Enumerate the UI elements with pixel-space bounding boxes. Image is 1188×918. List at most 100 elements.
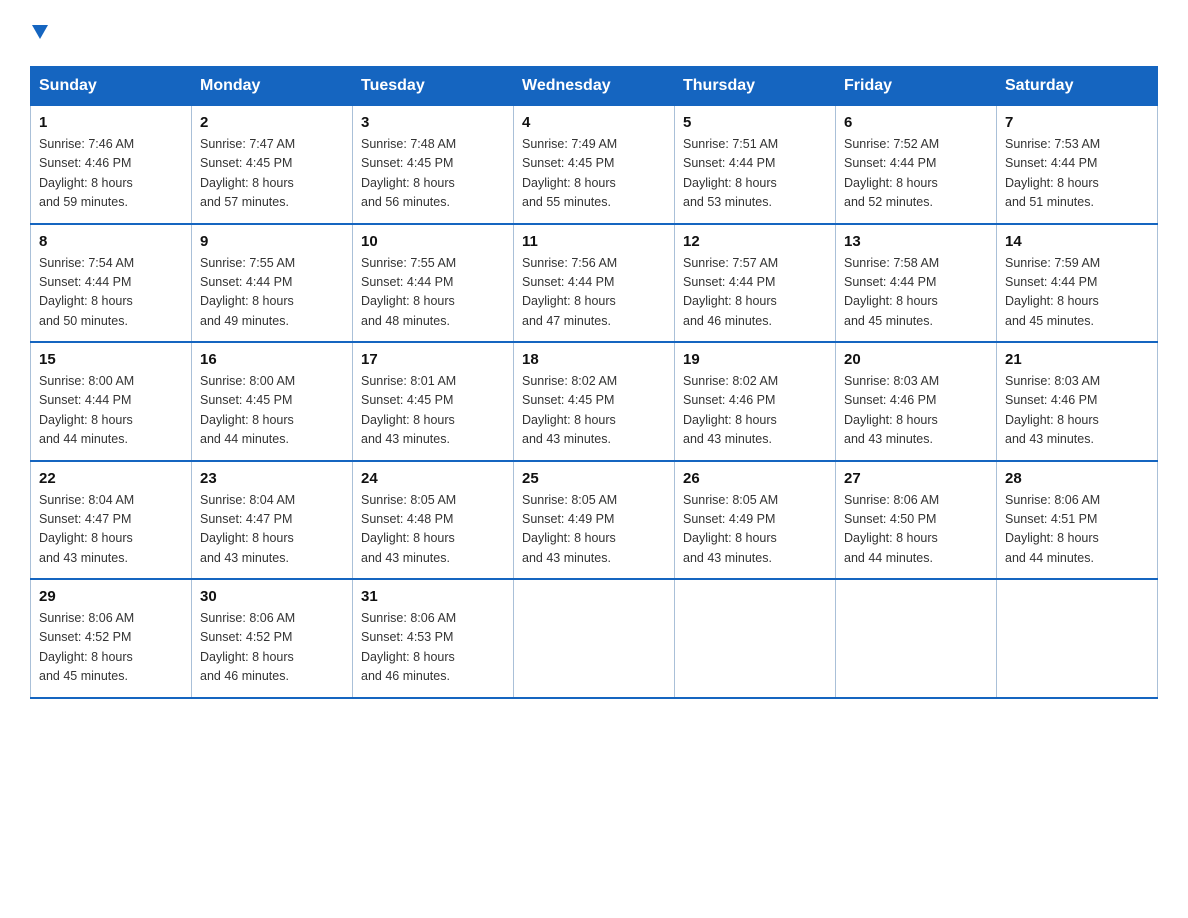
- calendar-cell: 31 Sunrise: 8:06 AMSunset: 4:53 PMDayligh…: [353, 579, 514, 698]
- day-info: Sunrise: 8:06 AMSunset: 4:52 PMDaylight:…: [200, 609, 344, 687]
- calendar-cell: 8 Sunrise: 7:54 AMSunset: 4:44 PMDaylight…: [31, 224, 192, 343]
- calendar-cell: 13Sunrise: 7:58 AMSunset: 4:44 PMDayligh…: [836, 224, 997, 343]
- day-info: Sunrise: 7:55 AMSunset: 4:44 PMDaylight:…: [361, 254, 505, 332]
- calendar-cell: [514, 579, 675, 698]
- day-number: 9: [200, 233, 344, 250]
- day-number: 8: [39, 233, 183, 250]
- day-number: 16: [200, 351, 344, 368]
- day-info: Sunrise: 7:48 AMSunset: 4:45 PMDaylight:…: [361, 135, 505, 213]
- day-number: 14: [1005, 233, 1149, 250]
- day-number: 4: [522, 114, 666, 131]
- day-number: 7: [1005, 114, 1149, 131]
- day-info: Sunrise: 8:05 AMSunset: 4:49 PMDaylight:…: [522, 491, 666, 569]
- calendar-cell: [997, 579, 1158, 698]
- day-number: 29: [39, 588, 183, 605]
- calendar-cell: 14Sunrise: 7:59 AMSunset: 4:44 PMDayligh…: [997, 224, 1158, 343]
- day-info: Sunrise: 7:54 AMSunset: 4:44 PMDaylight:…: [39, 254, 183, 332]
- day-info: Sunrise: 8:06 AMSunset: 4:50 PMDaylight:…: [844, 491, 988, 569]
- week-row-1: 1 Sunrise: 7:46 AMSunset: 4:46 PMDaylight…: [31, 106, 1158, 224]
- day-number: 25: [522, 470, 666, 487]
- page: SundayMondayTuesdayWednesdayThursdayFrid…: [0, 0, 1188, 729]
- calendar-cell: 12 Sunrise: 7:57 AMSunset: 4:44 PMDayligh…: [675, 224, 836, 343]
- day-info: Sunrise: 8:06 AMSunset: 4:53 PMDaylight:…: [361, 609, 505, 687]
- logo-triangle-icon: [32, 25, 48, 39]
- day-number: 5: [683, 114, 827, 131]
- day-number: 10: [361, 233, 505, 250]
- header-cell-thursday: Thursday: [675, 67, 836, 106]
- calendar-cell: 27Sunrise: 8:06 AMSunset: 4:50 PMDayligh…: [836, 461, 997, 580]
- week-row-3: 15Sunrise: 8:00 AMSunset: 4:44 PMDayligh…: [31, 342, 1158, 461]
- calendar-body: 1 Sunrise: 7:46 AMSunset: 4:46 PMDaylight…: [31, 106, 1158, 698]
- day-info: Sunrise: 8:06 AMSunset: 4:52 PMDaylight:…: [39, 609, 183, 687]
- calendar-cell: 17 Sunrise: 8:01 AMSunset: 4:45 PMDayligh…: [353, 342, 514, 461]
- calendar-cell: 24 Sunrise: 8:05 AMSunset: 4:48 PMDayligh…: [353, 461, 514, 580]
- day-number: 1: [39, 114, 183, 131]
- calendar-cell: 28 Sunrise: 8:06 AMSunset: 4:51 PMDayligh…: [997, 461, 1158, 580]
- header-cell-sunday: Sunday: [31, 67, 192, 106]
- day-number: 11: [522, 233, 666, 250]
- calendar-cell: 29 Sunrise: 8:06 AMSunset: 4:52 PMDayligh…: [31, 579, 192, 698]
- calendar-cell: 7 Sunrise: 7:53 AMSunset: 4:44 PMDaylight…: [997, 106, 1158, 224]
- logo-area: [30, 20, 48, 48]
- day-number: 18: [522, 351, 666, 368]
- calendar-cell: 11 Sunrise: 7:56 AMSunset: 4:44 PMDayligh…: [514, 224, 675, 343]
- calendar-cell: 22 Sunrise: 8:04 AMSunset: 4:47 PMDayligh…: [31, 461, 192, 580]
- calendar-cell: 1 Sunrise: 7:46 AMSunset: 4:46 PMDaylight…: [31, 106, 192, 224]
- calendar-cell: 26Sunrise: 8:05 AMSunset: 4:49 PMDayligh…: [675, 461, 836, 580]
- calendar-cell: [836, 579, 997, 698]
- header-row: SundayMondayTuesdayWednesdayThursdayFrid…: [31, 67, 1158, 106]
- day-number: 17: [361, 351, 505, 368]
- day-number: 13: [844, 233, 988, 250]
- calendar-cell: 18 Sunrise: 8:02 AMSunset: 4:45 PMDayligh…: [514, 342, 675, 461]
- day-number: 23: [200, 470, 344, 487]
- calendar-cell: 6 Sunrise: 7:52 AMSunset: 4:44 PMDaylight…: [836, 106, 997, 224]
- day-info: Sunrise: 8:02 AMSunset: 4:46 PMDaylight:…: [683, 372, 827, 450]
- calendar-cell: 3 Sunrise: 7:48 AMSunset: 4:45 PMDaylight…: [353, 106, 514, 224]
- day-info: Sunrise: 8:05 AMSunset: 4:48 PMDaylight:…: [361, 491, 505, 569]
- calendar-cell: 30 Sunrise: 8:06 AMSunset: 4:52 PMDayligh…: [192, 579, 353, 698]
- day-number: 22: [39, 470, 183, 487]
- calendar-cell: 21Sunrise: 8:03 AMSunset: 4:46 PMDayligh…: [997, 342, 1158, 461]
- day-info: Sunrise: 8:06 AMSunset: 4:51 PMDaylight:…: [1005, 491, 1149, 569]
- day-number: 3: [361, 114, 505, 131]
- calendar-table: SundayMondayTuesdayWednesdayThursdayFrid…: [30, 66, 1158, 699]
- day-info: Sunrise: 8:02 AMSunset: 4:45 PMDaylight:…: [522, 372, 666, 450]
- calendar-cell: 16Sunrise: 8:00 AMSunset: 4:45 PMDayligh…: [192, 342, 353, 461]
- day-number: 28: [1005, 470, 1149, 487]
- day-number: 19: [683, 351, 827, 368]
- day-info: Sunrise: 8:04 AMSunset: 4:47 PMDaylight:…: [39, 491, 183, 569]
- day-info: Sunrise: 7:51 AMSunset: 4:44 PMDaylight:…: [683, 135, 827, 213]
- calendar-cell: 10 Sunrise: 7:55 AMSunset: 4:44 PMDayligh…: [353, 224, 514, 343]
- calendar-cell: 4Sunrise: 7:49 AMSunset: 4:45 PMDaylight…: [514, 106, 675, 224]
- calendar-cell: 2Sunrise: 7:47 AMSunset: 4:45 PMDaylight…: [192, 106, 353, 224]
- week-row-5: 29 Sunrise: 8:06 AMSunset: 4:52 PMDayligh…: [31, 579, 1158, 698]
- day-number: 2: [200, 114, 344, 131]
- header-cell-saturday: Saturday: [997, 67, 1158, 106]
- week-row-4: 22 Sunrise: 8:04 AMSunset: 4:47 PMDayligh…: [31, 461, 1158, 580]
- day-info: Sunrise: 8:00 AMSunset: 4:44 PMDaylight:…: [39, 372, 183, 450]
- day-number: 6: [844, 114, 988, 131]
- header-cell-monday: Monday: [192, 67, 353, 106]
- calendar-cell: 20 Sunrise: 8:03 AMSunset: 4:46 PMDayligh…: [836, 342, 997, 461]
- day-info: Sunrise: 7:55 AMSunset: 4:44 PMDaylight:…: [200, 254, 344, 332]
- day-number: 26: [683, 470, 827, 487]
- day-number: 12: [683, 233, 827, 250]
- day-info: Sunrise: 8:03 AMSunset: 4:46 PMDaylight:…: [844, 372, 988, 450]
- day-number: 20: [844, 351, 988, 368]
- week-row-2: 8 Sunrise: 7:54 AMSunset: 4:44 PMDaylight…: [31, 224, 1158, 343]
- day-info: Sunrise: 7:56 AMSunset: 4:44 PMDaylight:…: [522, 254, 666, 332]
- calendar-cell: 19 Sunrise: 8:02 AMSunset: 4:46 PMDayligh…: [675, 342, 836, 461]
- day-number: 24: [361, 470, 505, 487]
- day-number: 31: [361, 588, 505, 605]
- day-info: Sunrise: 7:53 AMSunset: 4:44 PMDaylight:…: [1005, 135, 1149, 213]
- day-info: Sunrise: 7:46 AMSunset: 4:46 PMDaylight:…: [39, 135, 183, 213]
- day-number: 30: [200, 588, 344, 605]
- day-info: Sunrise: 8:04 AMSunset: 4:47 PMDaylight:…: [200, 491, 344, 569]
- day-info: Sunrise: 7:52 AMSunset: 4:44 PMDaylight:…: [844, 135, 988, 213]
- header-cell-friday: Friday: [836, 67, 997, 106]
- calendar-cell: 25 Sunrise: 8:05 AMSunset: 4:49 PMDayligh…: [514, 461, 675, 580]
- day-info: Sunrise: 8:01 AMSunset: 4:45 PMDaylight:…: [361, 372, 505, 450]
- header: [30, 20, 1158, 48]
- calendar-cell: [675, 579, 836, 698]
- day-info: Sunrise: 7:57 AMSunset: 4:44 PMDaylight:…: [683, 254, 827, 332]
